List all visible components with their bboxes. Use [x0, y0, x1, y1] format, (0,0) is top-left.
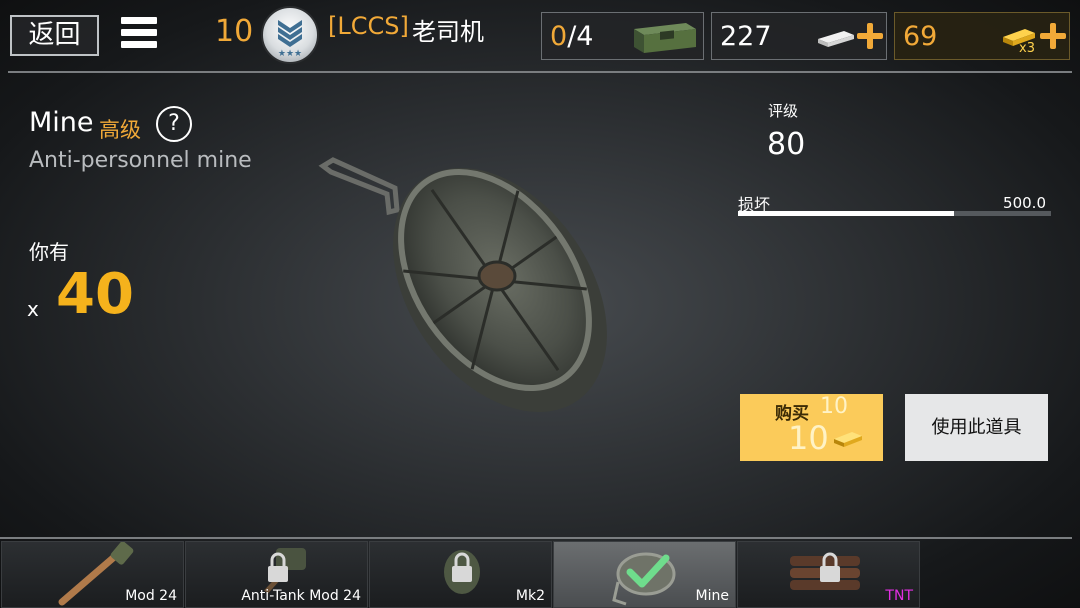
gold-amount: 69 — [903, 21, 938, 52]
add-silver-icon[interactable] — [857, 23, 883, 49]
help-button[interactable]: ? — [156, 106, 192, 142]
menu-icon[interactable] — [121, 17, 157, 53]
silver-amount: 227 — [720, 21, 772, 52]
crates-counter[interactable]: 0/4 — [541, 12, 704, 60]
slot-label: Anti-Tank Mod 24 — [241, 588, 361, 604]
item-grade: 高级 — [99, 118, 141, 142]
player-name: 老司机 — [412, 18, 484, 46]
top-bar: 返回 10 ★★★ [LCCS] 老司机 0/4 227 69 x3 — [0, 0, 1080, 73]
slot-label: TNT — [885, 588, 913, 604]
item-name: Mine — [29, 107, 94, 138]
crates-max: /4 — [567, 21, 594, 52]
slot-mk2[interactable]: Mk2 — [369, 541, 552, 608]
gold-multiplier: x3 — [1019, 41, 1035, 53]
mine-model-image — [318, 157, 607, 413]
player-level: 10 — [215, 14, 254, 49]
rating-value: 80 — [767, 127, 806, 162]
owned-label: 你有 — [29, 240, 69, 264]
slot-mine[interactable]: Mine — [553, 541, 736, 608]
owned-x: x — [27, 297, 39, 321]
gold-bar-icon — [834, 432, 862, 447]
item-description: Anti-personnel mine — [29, 148, 252, 173]
svg-text:★★★: ★★★ — [278, 49, 302, 59]
silver-bar-icon — [818, 31, 854, 47]
ammo-crate-icon — [634, 23, 696, 53]
silver-counter[interactable]: 227 — [711, 12, 887, 60]
damage-bar-fill — [738, 211, 954, 216]
buy-button[interactable]: 购买 10 10 — [740, 394, 883, 461]
use-item-button[interactable]: 使用此道具 — [905, 394, 1048, 461]
damage-bar — [738, 211, 1051, 216]
add-gold-icon[interactable] — [1040, 23, 1066, 49]
bottom-divider — [0, 537, 1072, 539]
slot-anti-tank-mod-24[interactable]: Anti-Tank Mod 24 — [185, 541, 368, 608]
slot-tnt[interactable]: TNT — [737, 541, 920, 608]
top-divider — [8, 71, 1072, 73]
clan-tag: [LCCS] — [328, 12, 409, 40]
rank-badge-icon[interactable]: ★★★ — [261, 6, 319, 64]
buy-quantity: 10 — [820, 394, 848, 419]
buy-price: 10 — [788, 419, 829, 457]
owned-count: 40 — [56, 262, 134, 327]
slot-label: Mk2 — [515, 588, 545, 604]
gold-bars-icon: x3 — [1003, 29, 1035, 53]
crates-current: 0 — [550, 21, 568, 52]
back-button[interactable]: 返回 — [10, 15, 99, 56]
rating-label: 评级 — [768, 102, 799, 120]
slot-label: Mod 24 — [125, 588, 177, 604]
slot-label: Mine — [695, 588, 729, 604]
slot-mod-24[interactable]: Mod 24 — [1, 541, 184, 608]
damage-value: 500.0 — [1003, 194, 1046, 212]
gold-counter[interactable]: 69 x3 — [894, 12, 1070, 60]
